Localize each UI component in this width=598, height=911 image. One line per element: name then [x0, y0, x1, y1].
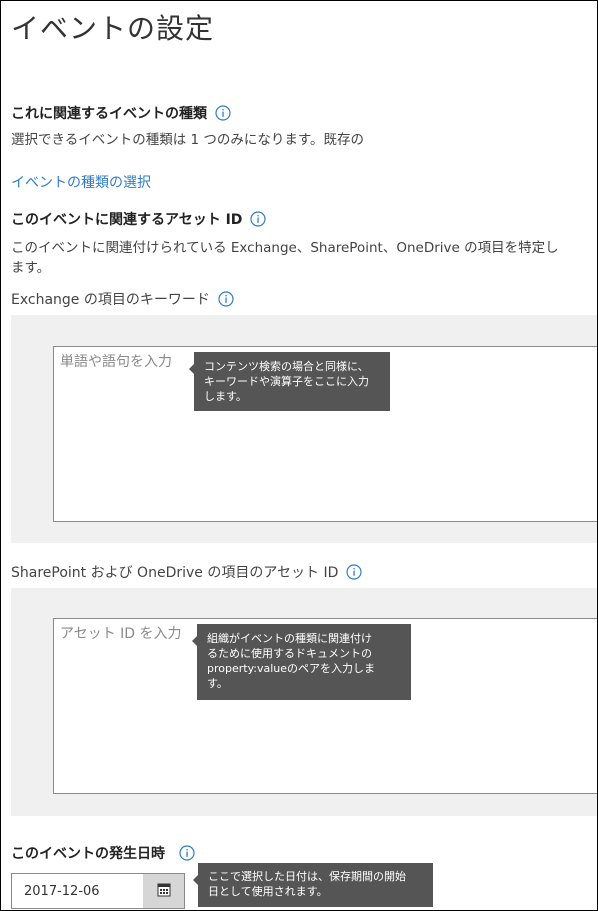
- info-icon[interactable]: [215, 105, 231, 121]
- tooltip-line: ここで選択した日付は、保存期間の開始: [208, 870, 406, 883]
- asset-id-description: このイベントに関連付けられている Exchange、SharePoint、One…: [11, 237, 597, 279]
- event-date-tooltip: ここで選択した日付は、保存期間の開始 日として使用されます。: [193, 863, 433, 907]
- asset-id-description-line2: ます。: [11, 260, 51, 276]
- event-settings-page: イベントの設定 これに関連するイベントの種類 選択できるイベントの種類は 1 つ…: [0, 0, 598, 911]
- exchange-keywords-tooltip: コンテンツ検索の場合と同様に、 キーワードや演算子をここに入力 します。: [189, 352, 390, 411]
- info-icon[interactable]: [218, 291, 234, 307]
- exchange-keywords-placeholder: 単語や語句を入力: [60, 354, 172, 370]
- tooltip-line: るために使用するドキュメントの: [207, 647, 372, 660]
- tooltip-line: します。: [204, 390, 247, 403]
- event-date-value: 2017-12-06: [24, 883, 100, 899]
- tooltip-line: キーワードや演算子をここに入力: [204, 375, 369, 388]
- info-icon[interactable]: [346, 564, 363, 580]
- sharepoint-asset-ids-placeholder: アセット ID を入力: [60, 626, 182, 642]
- event-date-heading-label: このイベントの発生日時: [11, 846, 165, 862]
- event-date-input[interactable]: 2017-12-06: [11, 873, 144, 909]
- asset-id-description-line1: このイベントに関連付けられている Exchange、SharePoint、One…: [11, 240, 559, 256]
- sharepoint-asset-ids-label: SharePoint および OneDrive の項目のアセット ID: [11, 562, 363, 582]
- event-date-heading: このイベントの発生日時: [11, 843, 195, 863]
- event-type-heading: これに関連するイベントの種類: [11, 103, 231, 123]
- tooltip-line: 日として使用されます。: [208, 885, 328, 898]
- date-picker-button[interactable]: [143, 873, 185, 909]
- event-type-description: 選択できるイベントの種類は 1 つのみになります。既存の: [11, 132, 365, 148]
- asset-id-heading: このイベントに関連するアセット ID: [11, 209, 267, 229]
- exchange-keywords-label: Exchange の項目のキーワード: [11, 289, 234, 309]
- event-type-heading-label: これに関連するイベントの種類: [11, 106, 207, 122]
- select-event-type-link[interactable]: イベントの種類の選択: [11, 172, 151, 192]
- page-title: イベントの設定: [11, 12, 215, 45]
- sharepoint-asset-ids-label-text: SharePoint および OneDrive の項目のアセット ID: [11, 565, 339, 581]
- exchange-keywords-label-text: Exchange の項目のキーワード: [11, 292, 210, 308]
- tooltip-line: property:valueのペアを入力しま: [207, 662, 376, 675]
- info-icon[interactable]: [250, 211, 267, 227]
- calendar-icon: [157, 882, 171, 901]
- tooltip-line: す。: [207, 677, 228, 690]
- info-icon[interactable]: [179, 845, 195, 861]
- asset-id-heading-label: このイベントに関連するアセット ID: [11, 212, 243, 228]
- tooltip-line: コンテンツ検索の場合と同様に、: [204, 360, 369, 373]
- sharepoint-asset-ids-tooltip: 組織がイベントの種類に関連付け るために使用するドキュメントの property…: [192, 624, 411, 700]
- tooltip-line: 組織がイベントの種類に関連付け: [207, 632, 372, 645]
